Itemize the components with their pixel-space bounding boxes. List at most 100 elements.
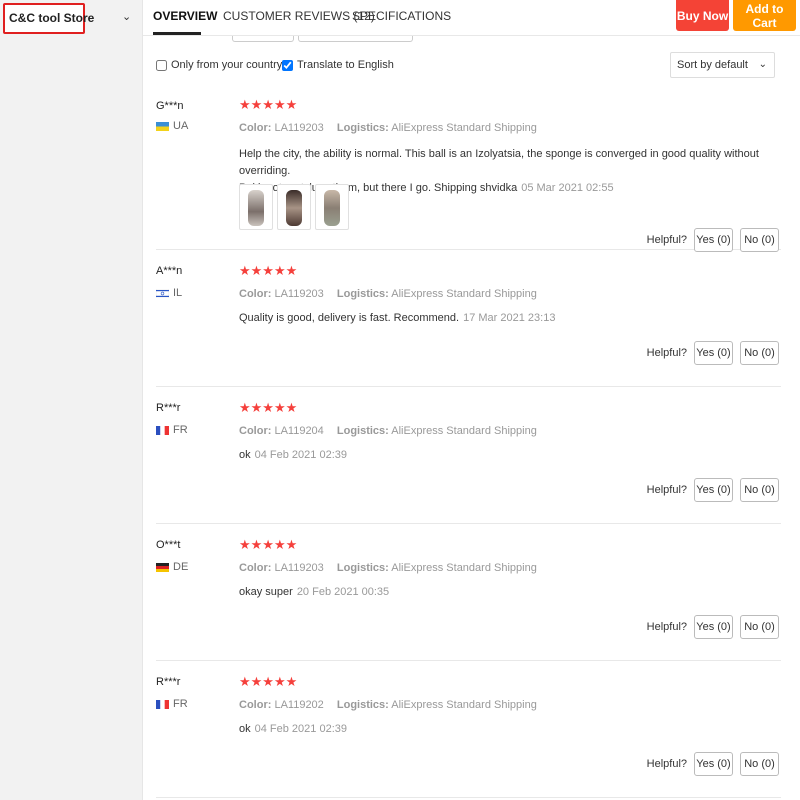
flag-fr-icon (156, 700, 169, 709)
helpful-controls: Helpful? Yes (0) No (0) (647, 228, 779, 252)
tab-specifications[interactable]: SPECIFICATIONS (352, 9, 451, 23)
review-date: 04 Feb 2021 02:39 (254, 723, 347, 735)
review-photo-thumbnail[interactable] (277, 184, 311, 230)
color-value: LA119203 (274, 122, 324, 134)
logistics-label: Logistics: (336, 288, 389, 300)
logistics-label: Logistics: (336, 425, 389, 437)
color-value: LA119204 (274, 425, 324, 437)
left-sidebar: C&C tool Store ⌄ (0, 0, 143, 800)
logistics-value: AliExpress Standard Shipping (391, 122, 537, 134)
reviewer-name: O***t (156, 539, 181, 551)
chevron-down-icon: ⌄ (758, 59, 767, 70)
helpful-controls: Helpful? Yes (0) No (0) (647, 615, 779, 639)
rating-stars: ★★★★★ (239, 400, 298, 415)
helpful-controls: Helpful? Yes (0) No (0) (647, 478, 779, 502)
reviewer-country: DE (173, 561, 189, 573)
color-label: Color: (239, 562, 272, 574)
helpful-yes-button[interactable]: Yes (0) (694, 615, 733, 639)
review-item: O***t DE ★★★★★ Color: LA119203 Logistics… (156, 524, 781, 661)
helpful-no-button[interactable]: No (0) (740, 478, 779, 502)
color-label: Color: (239, 122, 272, 134)
review-photos (239, 184, 349, 230)
reviewer-name: G***n (156, 100, 184, 112)
helpful-controls: Helpful? Yes (0) No (0) (647, 752, 779, 776)
translate-label: Translate to English (297, 59, 394, 71)
only-country-checkbox[interactable]: Only from your country (156, 59, 282, 71)
helpful-label: Helpful? (646, 621, 687, 633)
helpful-yes-button[interactable]: Yes (0) (694, 341, 733, 365)
reviewer-country: UA (173, 120, 189, 132)
sort-dropdown[interactable]: Sort by default ⌄ (670, 52, 775, 78)
partial-filter-button[interactable] (298, 36, 413, 42)
only-country-input[interactable] (156, 59, 167, 71)
review-meta: Color: LA119203 Logistics: AliExpress St… (239, 122, 547, 134)
review-item: G***n UA ★★★★★ Color: LA119203 Logistics… (156, 92, 781, 252)
flag-fr-icon (156, 426, 169, 435)
helpful-label: Helpful? (646, 484, 687, 496)
review-date: 04 Feb 2021 02:39 (254, 449, 347, 461)
store-name[interactable]: C&C tool Store (3, 3, 94, 34)
logistics-value: AliExpress Standard Shipping (391, 288, 537, 300)
review-text-line: okay super (239, 586, 293, 598)
translate-input[interactable] (282, 59, 293, 71)
translate-checkbox[interactable]: Translate to English (282, 59, 394, 71)
flag-de-icon (156, 563, 169, 572)
helpful-yes-button[interactable]: Yes (0) (694, 228, 733, 252)
helpful-label: Helpful? (646, 758, 687, 770)
color-value: LA119202 (274, 699, 324, 711)
add-to-cart-button[interactable]: Add to Cart (733, 0, 796, 31)
logistics-label: Logistics: (336, 699, 389, 711)
buy-now-button[interactable]: Buy Now (676, 0, 729, 31)
review-date: 17 Mar 2021 23:13 (463, 312, 556, 324)
review-text: Quality is good, delivery is fast. Recom… (239, 310, 759, 327)
review-text: okay super 20 Feb 2021 00:35 (239, 584, 759, 601)
review-text-line: Help the city, the ability is normal. Th… (239, 148, 759, 177)
reviewer-name: R***r (156, 676, 181, 688)
helpful-controls: Helpful? Yes (0) No (0) (647, 341, 779, 365)
review-text-line: ok (239, 449, 251, 461)
review-text: ok 04 Feb 2021 02:39 (239, 447, 759, 464)
logistics-value: AliExpress Standard Shipping (391, 425, 537, 437)
only-country-label: Only from your country (171, 59, 283, 71)
active-tab-indicator (153, 32, 201, 35)
review-filters: Only from your country Translate to Engl… (143, 50, 800, 82)
color-label: Color: (239, 699, 272, 711)
color-label: Color: (239, 288, 272, 300)
logistics-label: Logistics: (336, 122, 389, 134)
flag-il-icon (156, 289, 169, 298)
reviews-panel: Only from your country Translate to Engl… (143, 36, 800, 800)
review-meta: Color: LA119203 Logistics: AliExpress St… (239, 562, 547, 574)
helpful-yes-button[interactable]: Yes (0) (694, 752, 733, 776)
logistics-value: AliExpress Standard Shipping (391, 562, 537, 574)
review-date: 20 Feb 2021 00:35 (296, 586, 390, 598)
partial-filter-button[interactable] (232, 36, 294, 42)
review-meta: Color: LA119202 Logistics: AliExpress St… (239, 699, 547, 711)
rating-stars: ★★★★★ (239, 674, 298, 689)
reviewer-name: R***r (156, 402, 181, 414)
reviewer-country: FR (173, 698, 188, 710)
review-item: R***r FR ★★★★★ Color: LA119202 Logistics… (156, 661, 781, 798)
helpful-no-button[interactable]: No (0) (740, 228, 779, 252)
review-date: 05 Mar 2021 02:55 (521, 182, 614, 194)
helpful-no-button[interactable]: No (0) (740, 752, 779, 776)
sort-value: Sort by default (677, 59, 748, 71)
flag-ua-icon (156, 122, 169, 131)
logistics-label: Logistics: (336, 562, 389, 574)
helpful-no-button[interactable]: No (0) (740, 615, 779, 639)
review-photo-thumbnail[interactable] (239, 184, 273, 230)
logistics-value: AliExpress Standard Shipping (391, 699, 537, 711)
rating-stars: ★★★★★ (239, 537, 298, 552)
helpful-no-button[interactable]: No (0) (740, 341, 779, 365)
review-photo-thumbnail[interactable] (315, 184, 349, 230)
tab-overview[interactable]: OVERVIEW (153, 9, 217, 23)
review-meta: Color: LA119204 Logistics: AliExpress St… (239, 425, 547, 437)
review-text-line: Quality is good, delivery is fast. Recom… (239, 312, 460, 324)
chevron-down-icon[interactable]: ⌄ (122, 10, 131, 23)
color-value: LA119203 (274, 288, 324, 300)
review-item: R***r FR ★★★★★ Color: LA119204 Logistics… (156, 387, 781, 524)
reviewer-name: A***n (156, 265, 183, 277)
store-selector[interactable]: C&C tool Store ⌄ (3, 3, 140, 34)
helpful-yes-button[interactable]: Yes (0) (694, 478, 733, 502)
helpful-label: Helpful? (646, 347, 687, 359)
rating-stars: ★★★★★ (239, 97, 298, 112)
